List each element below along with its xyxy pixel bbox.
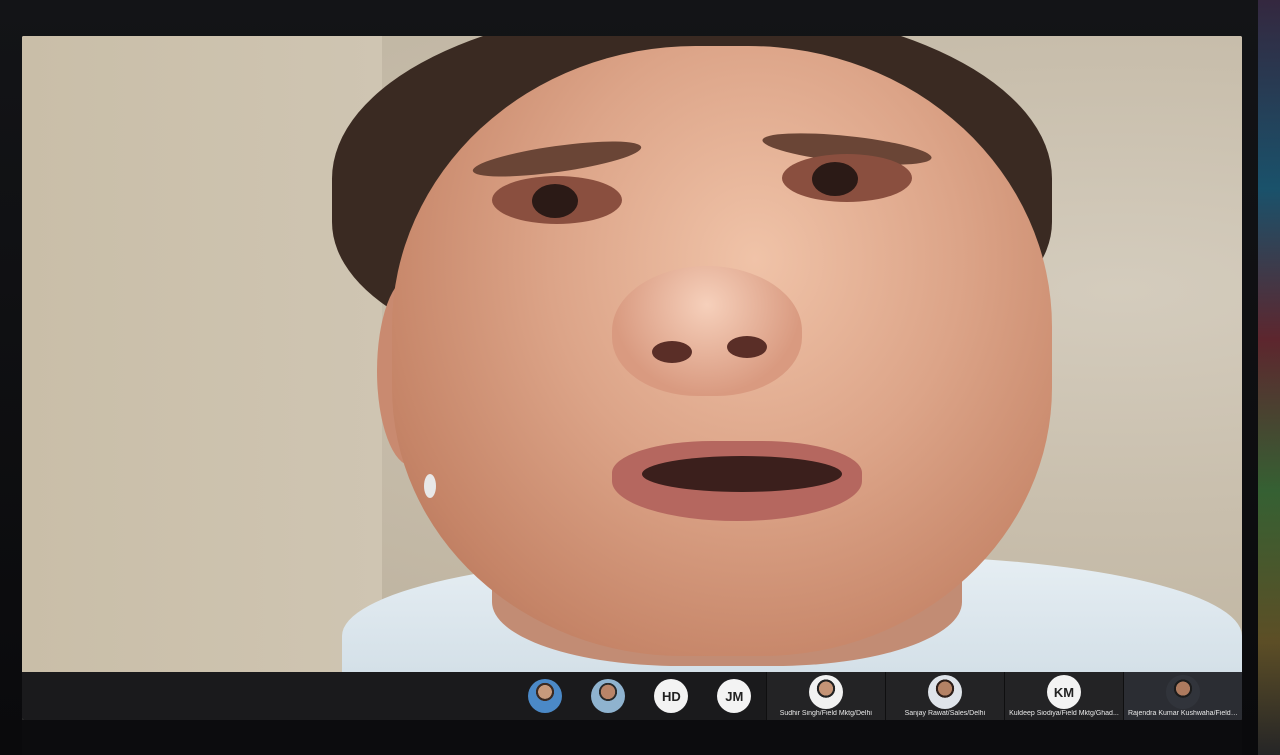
participant-avatar: KM: [1046, 675, 1081, 709]
participant-name: Rajendra Kumar Kushwaha/Field M...: [1127, 710, 1239, 717]
participant-name: Kuldeep Siodiya/Field Mktg/Ghad...: [1009, 710, 1119, 717]
participant-tile[interactable]: [577, 672, 640, 720]
participant-avatar: [1166, 675, 1200, 709]
participant-avatar: [591, 679, 626, 713]
participant-name: Sudhir Singh/Field Mktg/Delhi: [779, 710, 872, 717]
participant-tile[interactable]: KM Kuldeep Siodiya/Field Mktg/Ghad...: [1003, 672, 1123, 720]
participant-avatar: [528, 679, 563, 713]
participant-tile-active[interactable]: Rajendra Kumar Kushwaha/Field M...: [1122, 672, 1242, 720]
speaker-mouth-inner: [642, 456, 842, 492]
speaker-nose: [612, 266, 802, 396]
participant-avatar: HD: [654, 679, 689, 713]
participant-avatar: [927, 675, 962, 709]
participant-name: Sanjay Rawat/Sales/Delhi: [904, 710, 986, 717]
strip-spacer: [22, 672, 514, 720]
video-background-left: [22, 36, 382, 672]
speaker-earring: [424, 474, 436, 498]
active-speaker-video[interactable]: [22, 36, 1242, 672]
participant-avatar: [808, 675, 843, 709]
video-call-window: HD JM Sudhir Singh/Field Mktg/Delhi Sanj…: [22, 36, 1242, 720]
speaker-pupil-left: [532, 184, 578, 218]
participant-tile[interactable]: HD: [640, 672, 703, 720]
participant-tile[interactable]: [514, 672, 577, 720]
participant-tile[interactable]: Sudhir Singh/Field Mktg/Delhi: [765, 672, 885, 720]
monitor-bottom-bezel: [22, 720, 1242, 755]
background-edge: [1258, 0, 1280, 755]
participant-avatar: JM: [717, 679, 752, 713]
participant-tile[interactable]: JM: [703, 672, 766, 720]
speaker-nostril-left: [652, 341, 692, 363]
participant-strip: HD JM Sudhir Singh/Field Mktg/Delhi Sanj…: [22, 672, 1242, 720]
participant-tile[interactable]: Sanjay Rawat/Sales/Delhi: [884, 672, 1004, 720]
speaker-nostril-right: [727, 336, 767, 358]
speaker-pupil-right: [812, 162, 858, 196]
